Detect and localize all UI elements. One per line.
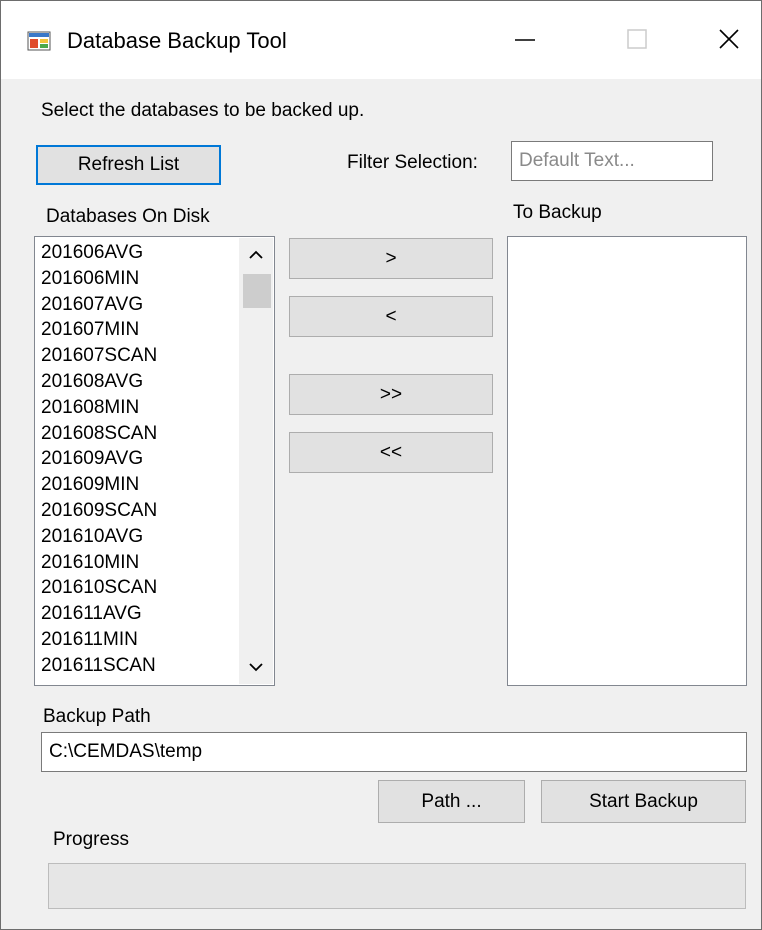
list-item[interactable]: 201607AVG	[41, 292, 157, 318]
database-items: 201606AVG 201606MIN 201607AVG 201607MIN 2016…	[41, 240, 157, 679]
list-item[interactable]: 201610MIN	[41, 550, 157, 576]
list-item[interactable]: 201609MIN	[41, 472, 157, 498]
list-item[interactable]: 201606MIN	[41, 266, 157, 292]
minimize-icon	[515, 39, 535, 41]
main-window: Database Backup Tool Select the database…	[0, 0, 762, 930]
close-icon	[719, 29, 739, 49]
list-item[interactable]: 201607SCAN	[41, 343, 157, 369]
scroll-down-button[interactable]	[239, 650, 273, 684]
window-title: Database Backup Tool	[67, 28, 287, 53]
scroll-up-button[interactable]	[239, 238, 273, 272]
list-item[interactable]: 201609AVG	[41, 446, 157, 472]
progress-bar	[48, 863, 746, 909]
list-item[interactable]: 201610AVG	[41, 524, 157, 550]
to-backup-list[interactable]	[507, 236, 747, 686]
close-button[interactable]	[694, 11, 762, 67]
refresh-list-button[interactable]: Refresh List	[36, 145, 221, 185]
list-item[interactable]: 201608MIN	[41, 395, 157, 421]
path-browse-button[interactable]: Path ...	[378, 780, 525, 823]
backup-path-input[interactable]: C:\CEMDAS\temp	[41, 732, 747, 772]
databases-on-disk-list[interactable]: 201606AVG 201606MIN 201607AVG 201607MIN 2016…	[34, 236, 275, 686]
databases-on-disk-label: Databases On Disk	[46, 206, 210, 227]
list-item[interactable]: 201608AVG	[41, 369, 157, 395]
progress-label: Progress	[53, 829, 130, 850]
minimize-button[interactable]	[490, 11, 560, 67]
list-item[interactable]: 201606AVG	[41, 240, 157, 266]
title-bar[interactable]: Database Backup Tool	[1, 1, 761, 79]
filter-label: Filter Selection:	[347, 152, 478, 173]
add-selected-button[interactable]: >	[289, 238, 493, 279]
backup-path-label: Backup Path	[43, 706, 151, 727]
list-item[interactable]: 201611MIN	[41, 627, 157, 653]
maximize-icon	[627, 29, 647, 49]
list-item[interactable]: 201607MIN	[41, 317, 157, 343]
maximize-button[interactable]	[602, 11, 672, 67]
instructions-label: Select the databases to be backed up.	[41, 100, 365, 121]
scroll-thumb[interactable]	[243, 274, 271, 308]
remove-selected-button[interactable]: <	[289, 296, 493, 337]
list-item[interactable]: 201608SCAN	[41, 421, 157, 447]
to-backup-label: To Backup	[513, 202, 602, 223]
list-item[interactable]: 201611AVG	[41, 601, 157, 627]
list-item[interactable]: 201609SCAN	[41, 498, 157, 524]
list-item[interactable]: 201610SCAN	[41, 575, 157, 601]
chevron-up-icon	[249, 250, 263, 259]
add-all-button[interactable]: >>	[289, 374, 493, 415]
list-scrollbar[interactable]	[239, 238, 273, 684]
list-item[interactable]: 201611SCAN	[41, 653, 157, 679]
filter-input[interactable]: Default Text...	[511, 141, 713, 181]
database-app-icon	[27, 31, 51, 51]
remove-all-button[interactable]: <<	[289, 432, 493, 473]
chevron-down-icon	[249, 663, 263, 672]
start-backup-button[interactable]: Start Backup	[541, 780, 746, 823]
